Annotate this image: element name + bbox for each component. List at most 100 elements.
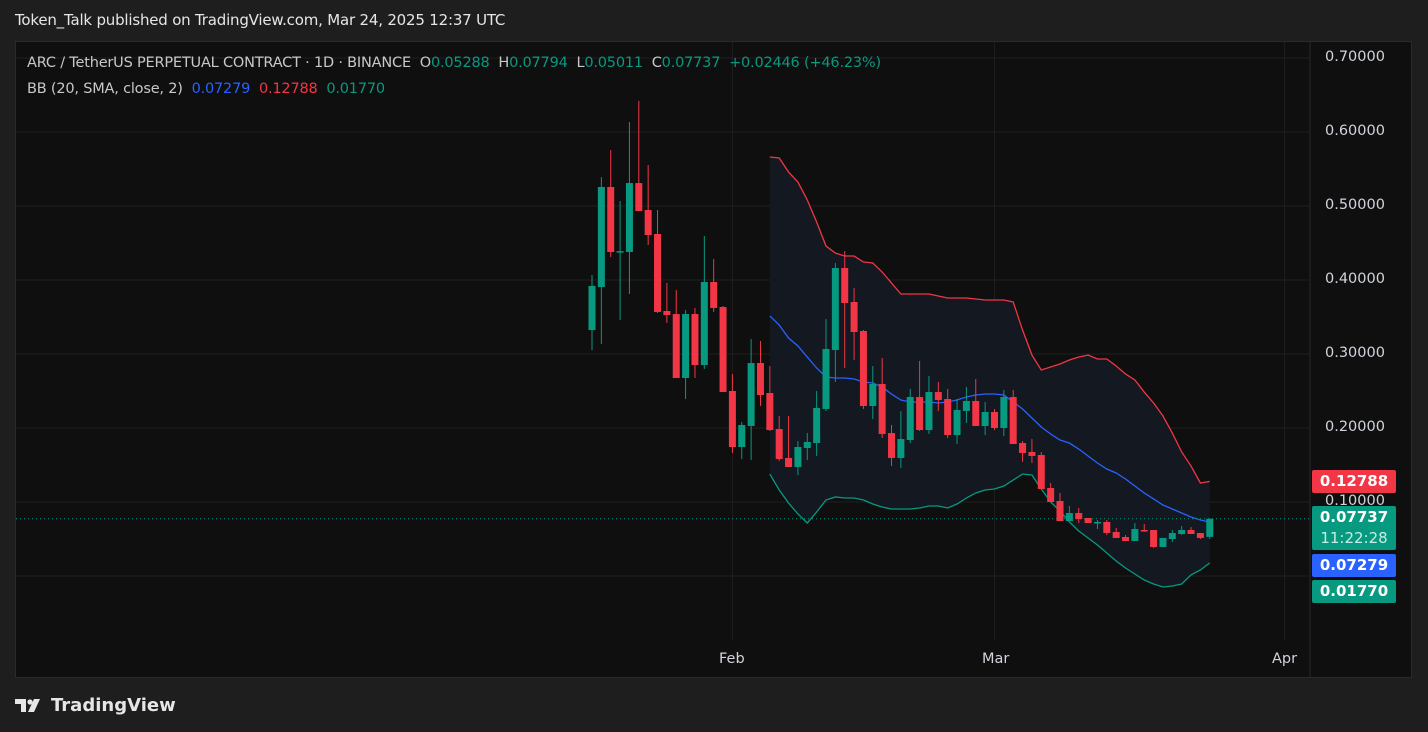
time-label-mar: Mar [982,651,1010,667]
candle-down [728,391,736,448]
candle-down [766,392,774,430]
candle-up [803,441,811,448]
candle-down [1187,529,1195,534]
candle-down [719,307,727,393]
candle-down [785,457,793,467]
candle-down [1196,533,1204,538]
brand-name: TradingView [51,695,176,716]
high-label: H [498,55,510,71]
candle-up [1206,518,1214,537]
candle-down [756,363,764,395]
high-value: 0.07794 [509,55,568,71]
candle-up [1000,396,1008,428]
candle-down [663,311,671,316]
candle-down [1103,521,1111,534]
candle-up [813,408,821,444]
candle-down [1140,529,1148,532]
candle-up [869,383,877,407]
candle-down [944,398,952,436]
candle-up [747,363,755,427]
candle-down [1122,537,1130,541]
candle-down [859,330,867,407]
candle-up [700,281,708,366]
price-tick-label: 0.50000 [1325,197,1385,213]
candle-up [925,392,933,430]
bb-lower-value: 0.01770 [326,81,385,97]
symbol-title[interactable]: ARC / TetherUS PERPETUAL CONTRACT · 1D ·… [27,55,411,71]
candle-down [1019,443,1027,454]
open-value: 0.05288 [430,55,490,71]
candle-down [691,314,699,366]
symbol-legend: ARC / TetherUS PERPETUAL CONTRACT · 1D ·… [27,55,881,71]
candle-down [972,400,980,427]
price-tick-label: 0.70000 [1325,49,1385,65]
candle-up [625,183,633,253]
candle-down [1028,451,1036,456]
candle-down [607,186,615,253]
candle-down [710,281,718,308]
candle-down [1037,455,1045,489]
candle-up [597,186,605,288]
candle-up [831,268,839,351]
bb-basis-value: 0.07279 [191,81,251,97]
candle-down [654,233,662,312]
candle-up [616,251,624,253]
candle-up [822,348,830,409]
candle-up [1178,529,1186,534]
candle-down [1084,517,1092,524]
candle-down [775,429,783,460]
candle-up [1093,521,1101,524]
close-value: 0.07737 [661,55,721,71]
close-label: C [651,55,662,71]
candle-down [1075,513,1083,520]
candle-down [878,383,886,434]
candle-up [953,410,961,436]
candle-up [981,412,989,427]
bb-label[interactable]: BB (20, SMA, close, 2) [27,81,183,97]
candle-up [1159,537,1167,547]
candle-down [1112,531,1120,538]
price-tick-label: 0.30000 [1325,345,1385,361]
candle-up [588,285,596,331]
candle-down [1150,529,1158,547]
price-tick-label: 0.40000 [1325,271,1385,287]
candle-up [1168,533,1176,539]
price-tick-label: 0.60000 [1325,123,1385,139]
candle-down [850,301,858,333]
candle-down [672,314,680,378]
candle-down [1047,488,1055,502]
candle-down [1056,500,1064,522]
candle-up [962,400,970,411]
time-label-feb: Feb [719,651,745,667]
time-label-apr: Apr [1272,651,1298,667]
low-value: 0.05011 [584,55,643,71]
candle-down [1009,396,1017,444]
bar-countdown: 11:22:28 [1320,529,1388,547]
open-label: O [419,55,431,71]
candle-up [682,314,690,378]
candle-down [888,433,896,458]
bb-upper-value: 0.12788 [258,81,318,97]
candle-down [635,183,643,212]
candle-down [644,209,652,236]
bb-basis-price-tag: 0.07279 [1312,554,1396,577]
candle-down [934,392,942,401]
last-price-tag: 0.07737 11:22:28 [1312,506,1396,550]
candle-down [841,268,849,304]
candle-up [1131,529,1139,541]
candle-up [897,439,905,458]
candle-up [738,424,746,448]
tradingview-logo[interactable]: TradingView [15,695,176,716]
candle-down [990,412,998,428]
price-tick-label: 0.20000 [1325,419,1385,435]
tradingview-logo-icon [15,698,40,712]
chart-canvas[interactable] [0,0,1428,732]
candle-up [906,396,914,440]
bb-upper-price-tag: 0.12788 [1312,470,1396,493]
indicator-legend: BB (20, SMA, close, 2) 0.07279 0.12788 0… [27,81,385,97]
candle-up [794,447,802,467]
change-value: +0.02446 (+46.23%) [729,55,881,71]
candle-down [916,396,924,430]
bb-lower-price-tag: 0.01770 [1312,580,1396,603]
last-price: 0.07737 [1319,508,1389,526]
